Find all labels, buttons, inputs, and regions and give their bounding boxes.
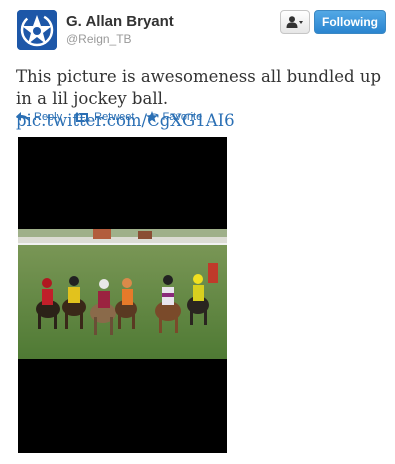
star-logo-icon <box>17 10 57 50</box>
avatar[interactable] <box>17 10 57 50</box>
star-icon <box>146 111 159 123</box>
tweet-body: This picture is awesomeness all bundled … <box>16 67 382 108</box>
reply-icon <box>16 112 30 122</box>
favorite-button[interactable]: Favorite <box>146 111 202 123</box>
tweet-media[interactable] <box>18 137 227 453</box>
retweet-icon <box>74 111 91 123</box>
retweet-button[interactable]: Retweet <box>74 111 134 123</box>
pony-race-photo <box>18 229 227 359</box>
reply-button[interactable]: Reply <box>16 111 62 123</box>
author-name[interactable]: G. Allan Bryant <box>66 13 174 30</box>
favorite-label: Favorite <box>162 111 203 123</box>
tweet-actions: Reply Retweet Favorite <box>16 111 214 123</box>
reply-label: Reply <box>34 111 63 123</box>
user-actions-button[interactable] <box>280 10 310 34</box>
person-icon <box>286 16 303 28</box>
retweet-label: Retweet <box>94 111 135 123</box>
author-handle[interactable]: @Reign_TB <box>66 32 132 46</box>
following-button[interactable]: Following <box>314 10 386 34</box>
